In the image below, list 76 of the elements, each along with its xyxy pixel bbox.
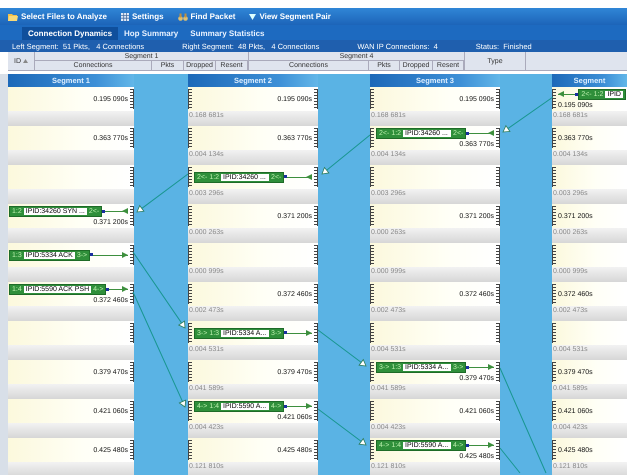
time-scale (313, 128, 318, 148)
time-scale (370, 128, 375, 148)
time-scale (370, 323, 375, 343)
time-scale (552, 167, 557, 187)
time-scale (188, 89, 193, 109)
time-scale (313, 89, 318, 109)
time-scale (313, 284, 318, 304)
time-scale (370, 284, 375, 304)
folder-icon (8, 12, 18, 20)
time-scale (495, 245, 500, 265)
time-scale (495, 323, 500, 343)
connector-arrow (321, 134, 370, 174)
time-scale (313, 206, 318, 226)
time-scale (370, 167, 375, 187)
time-scale (129, 167, 134, 187)
time-scale (495, 440, 500, 460)
connector-arrow (136, 174, 188, 212)
time-scale (129, 401, 134, 421)
time-scale (495, 89, 500, 109)
time-scale (495, 362, 500, 382)
connector-arrow (318, 408, 367, 446)
time-scale (370, 440, 375, 460)
time-scale (552, 206, 557, 226)
time-scale (313, 440, 318, 460)
time-scale (188, 128, 193, 148)
time-scale (495, 284, 500, 304)
time-scale (552, 362, 557, 382)
toolbar-button[interactable]: Find Packet (178, 12, 236, 21)
time-scale (313, 167, 318, 187)
time-scale (370, 89, 375, 109)
time-scale (188, 401, 193, 421)
time-scale (188, 362, 193, 382)
time-scale (495, 167, 500, 187)
tab[interactable]: Connection Dynamics (22, 27, 118, 40)
tab[interactable]: Hop Summary (118, 27, 184, 40)
tab[interactable]: Summary Statistics (184, 27, 271, 40)
time-scale (188, 167, 193, 187)
time-scale (370, 401, 375, 421)
time-scale (552, 89, 557, 109)
toolbar-button[interactable]: View Segment Pair (249, 12, 331, 21)
time-scale (370, 362, 375, 382)
time-scale (129, 284, 134, 304)
time-scale (129, 440, 134, 460)
time-scale (552, 440, 557, 460)
time-scale (552, 284, 557, 304)
time-scale (313, 362, 318, 382)
time-scale (129, 206, 134, 226)
time-scale (495, 206, 500, 226)
time-scale (188, 206, 193, 226)
dropdown-icon (249, 14, 256, 20)
time-scale (313, 323, 318, 343)
time-scale (370, 206, 375, 226)
connector-arrow (318, 330, 367, 366)
time-scale (495, 401, 500, 421)
time-scale (188, 284, 193, 304)
connector-arrow (502, 96, 554, 132)
time-scale (552, 128, 557, 148)
time-scale (188, 440, 193, 460)
time-scale (495, 128, 500, 148)
time-scale (313, 401, 318, 421)
toolbar-button[interactable]: Select Files to Analyze (8, 12, 107, 21)
grid-icon (120, 12, 129, 20)
time-scale (552, 323, 557, 343)
time-scale (370, 245, 375, 265)
toolbar-button[interactable]: Settings (120, 12, 164, 21)
time-scale (129, 245, 134, 265)
time-scale (188, 245, 193, 265)
time-scale (552, 401, 557, 421)
time-scale (129, 128, 134, 148)
time-scale (129, 362, 134, 382)
time-scale (129, 323, 134, 343)
time-scale (129, 89, 134, 109)
time-scale (313, 245, 318, 265)
time-scale (188, 323, 193, 343)
time-scale (552, 245, 557, 265)
binoculars-icon (178, 12, 188, 20)
